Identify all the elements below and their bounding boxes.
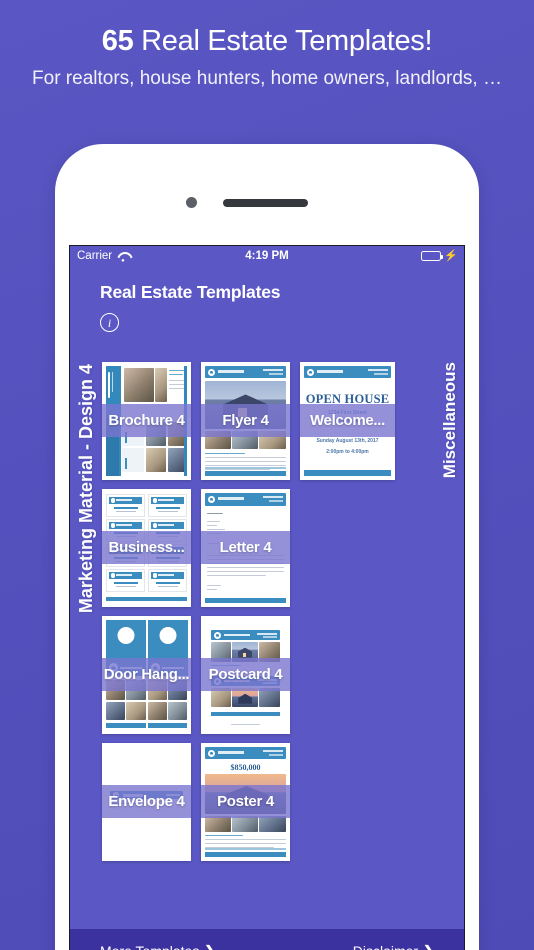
template-label: Business...	[102, 531, 191, 564]
status-bar: Carrier 4:19 PM ⚡	[70, 246, 464, 266]
doc-header-bar	[304, 366, 391, 378]
status-bar-right: ⚡	[421, 249, 458, 262]
template-label: Brochure 4	[102, 404, 191, 437]
chevron-right-icon: ❯	[423, 943, 434, 950]
front-camera-icon	[186, 197, 197, 208]
template-row: Door Hang... Postcard 4	[102, 616, 402, 734]
more-templates-button[interactable]: More Templates ❯	[100, 943, 215, 950]
promo-count: 65	[101, 25, 134, 57]
chevron-right-icon: ❯	[204, 943, 215, 950]
template-label: Welcome...	[300, 404, 395, 437]
doc-header-bar	[205, 493, 286, 506]
doc-header-bar	[211, 630, 280, 640]
template-label: Letter 4	[201, 531, 290, 564]
template-card-envelope[interactable]: Envelope 4	[102, 743, 191, 861]
template-row: Envelope 4 $850,000 Poster 4	[102, 743, 402, 861]
template-label: Flyer 4	[201, 404, 290, 437]
template-label: Door Hang...	[102, 658, 191, 691]
template-card-brochure[interactable]: Brochure 4	[102, 362, 191, 480]
template-card-businesscards[interactable]: Business...	[102, 489, 191, 607]
more-templates-label: More Templates	[100, 943, 199, 950]
earpiece-speaker-icon	[223, 199, 308, 207]
template-row: Brochure 4 Flyer 4 OPEN HOUSE Sunday Aug…	[102, 362, 402, 480]
disclaimer-label: Disclaimer	[353, 943, 418, 950]
template-card-letter[interactable]: Letter 4	[201, 489, 290, 607]
template-card-doorhanger[interactable]: Door Hang...	[102, 616, 191, 734]
templates-grid: Brochure 4 Flyer 4 OPEN HOUSE Sunday Aug…	[102, 362, 402, 870]
poster-price: $850,000	[230, 763, 261, 772]
doc-header-bar	[205, 747, 286, 759]
info-icon[interactable]: i	[100, 313, 119, 332]
promo-title: 65 Real Estate Templates!	[0, 22, 534, 60]
section-label-marketing: Marketing Material - Design 4	[76, 364, 96, 614]
template-card-flyer[interactable]: Flyer 4	[201, 362, 290, 480]
section-label-miscellaneous: Miscellaneous	[440, 362, 459, 479]
template-row: Business... Letter 4	[102, 489, 402, 607]
template-card-welcome[interactable]: OPEN HOUSE 1234 First Street Seattle, WA…	[300, 362, 395, 480]
promo-title-rest: Real Estate Templates!	[133, 25, 433, 57]
bottom-toolbar: More Templates ❯ Disclaimer ❯	[70, 929, 464, 950]
openhouse-time: 2:00pm to 4:00pm	[326, 449, 369, 455]
template-card-postcard[interactable]: Postcard 4	[201, 616, 290, 734]
doc-header-bar	[205, 366, 286, 378]
phone-mockup: Carrier 4:19 PM ⚡ Real Estate Templates …	[55, 144, 479, 950]
phone-screen: Carrier 4:19 PM ⚡ Real Estate Templates …	[69, 245, 465, 950]
app-header: Real Estate Templates i	[70, 266, 464, 340]
template-card-poster[interactable]: $850,000 Poster 4	[201, 743, 290, 861]
page-title: Real Estate Templates	[100, 282, 281, 302]
battery-icon	[421, 251, 444, 261]
promo-header: 65 Real Estate Templates! For realtors, …	[0, 22, 534, 93]
lightning-bolt-icon: ⚡	[444, 249, 458, 262]
template-label: Postcard 4	[201, 658, 290, 691]
openhouse-date: Sunday August 13th, 2017	[316, 438, 379, 444]
template-label: Envelope 4	[102, 785, 191, 818]
status-bar-time: 4:19 PM	[245, 250, 289, 262]
template-label: Poster 4	[201, 785, 290, 818]
templates-board: Marketing Material - Design 4 Miscellane…	[70, 340, 464, 929]
promo-subtitle: For realtors, house hunters, home owners…	[32, 68, 502, 89]
disclaimer-button[interactable]: Disclaimer ❯	[353, 943, 434, 950]
